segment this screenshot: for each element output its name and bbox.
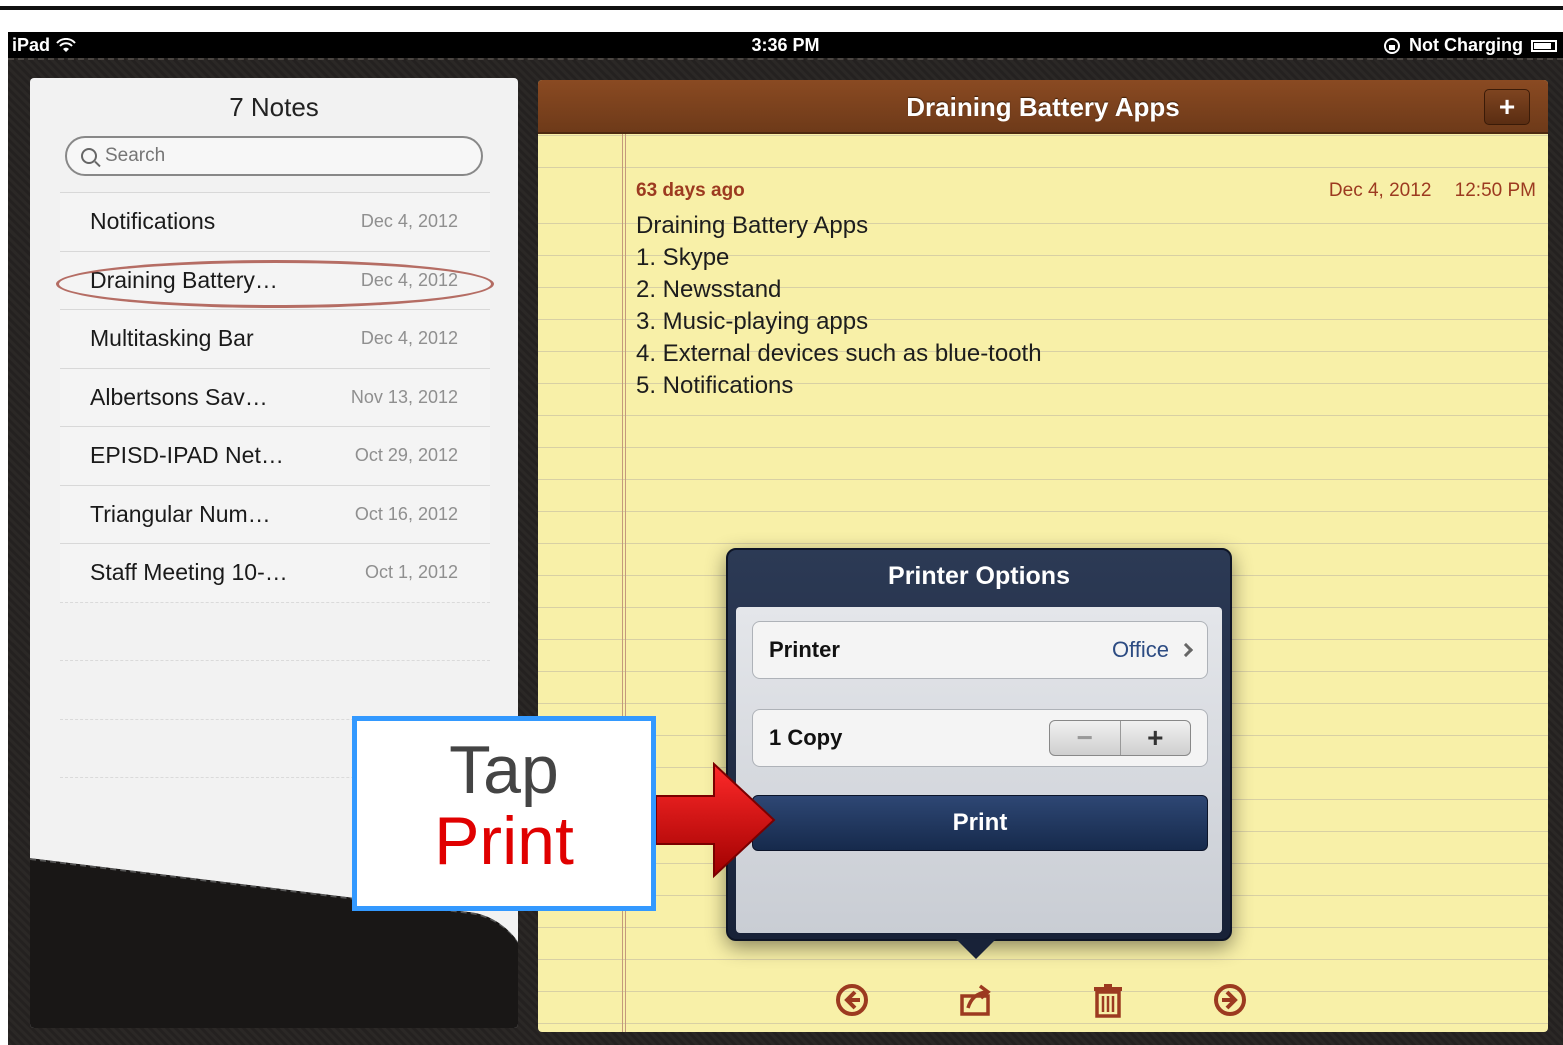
note-timestamp: Dec 4, 2012 12:50 PM <box>1329 180 1536 202</box>
copies-cell: 1 Copy − + <box>752 709 1208 767</box>
share-icon[interactable] <box>958 982 994 1018</box>
top-border <box>0 0 1563 10</box>
status-time: 3:36 PM <box>751 35 820 55</box>
list-item[interactable]: Triangular Num… Oct 16, 2012 <box>60 484 490 543</box>
note-toolbar <box>538 972 1548 1032</box>
callout-print-text: Print <box>434 803 574 879</box>
note-title-header: Draining Battery Apps <box>906 92 1180 122</box>
copies-label: 1 Copy <box>769 725 843 750</box>
search-field[interactable] <box>65 136 483 176</box>
printer-select-cell[interactable]: Printer Office <box>752 621 1208 679</box>
note-line: 2. Newsstand <box>636 276 782 303</box>
note-line: 4. External devices such as blue-tooth <box>636 340 1042 367</box>
list-item[interactable]: EPISD-IPAD Net… Oct 29, 2012 <box>60 426 490 485</box>
notes-count-title: 7 Notes <box>229 92 319 122</box>
decrement-button[interactable]: − <box>1050 721 1121 755</box>
red-arrow-icon <box>656 762 776 879</box>
empty-row <box>60 660 490 719</box>
note-date: Dec 4, 2012 <box>1328 180 1432 201</box>
printer-value: Office <box>1111 637 1169 662</box>
note-title: Albertsons Sav… <box>90 383 268 410</box>
list-item[interactable]: Multitasking Bar Dec 4, 2012 <box>60 309 490 368</box>
status-bar: iPad 3:36 PM Not Charging <box>8 32 1563 58</box>
note-date: Nov 13, 2012 <box>350 386 458 407</box>
note-title: Notifications <box>90 208 216 235</box>
popover-title: Printer Options <box>888 562 1070 590</box>
note-line: 1. Skype <box>636 244 730 271</box>
note-date: Oct 29, 2012 <box>354 445 458 466</box>
print-button[interactable]: Print <box>752 795 1208 851</box>
note-title: Draining Battery… <box>90 266 278 293</box>
callout-tap-text: Tap <box>449 732 559 808</box>
note-date: Oct 16, 2012 <box>354 503 458 524</box>
add-note-button[interactable]: + <box>1484 89 1530 125</box>
previous-note-icon[interactable] <box>834 982 870 1018</box>
printer-options-popover: Printer Options Printer Office 1 Copy − … <box>726 548 1232 959</box>
battery-icon <box>1531 39 1557 52</box>
note-line: 3. Music-playing apps <box>636 308 869 335</box>
note-body[interactable]: Draining Battery Apps 1. Skype 2. Newsst… <box>636 210 1042 402</box>
increment-button[interactable]: + <box>1121 721 1191 755</box>
popover-body: Printer Office 1 Copy − + Print <box>736 607 1222 933</box>
list-item-selected[interactable]: Draining Battery… Dec 4, 2012 <box>56 250 494 309</box>
search-input[interactable] <box>105 145 445 167</box>
note-title: Triangular Num… <box>90 500 271 527</box>
popover-arrow <box>956 939 996 959</box>
note-title: Staff Meeting 10-… <box>90 559 288 586</box>
note-date: Dec 4, 2012 <box>360 328 458 349</box>
search-icon <box>81 148 97 164</box>
note-date: Dec 4, 2012 <box>360 211 458 232</box>
note-header: Draining Battery Apps + <box>538 80 1548 134</box>
trash-icon[interactable] <box>1090 982 1126 1018</box>
next-note-icon[interactable] <box>1212 982 1248 1018</box>
note-title: Multitasking Bar <box>90 325 254 352</box>
note-time: 12:50 PM <box>1454 180 1536 201</box>
empty-row <box>60 601 490 661</box>
copies-stepper: − + <box>1049 720 1191 756</box>
list-item[interactable]: Albertsons Sav… Nov 13, 2012 <box>60 367 490 426</box>
list-item[interactable]: Staff Meeting 10-… Oct 1, 2012 <box>60 543 490 602</box>
note-line: Draining Battery Apps <box>636 212 869 239</box>
charge-status: Not Charging <box>1409 35 1523 55</box>
orientation-lock-icon <box>1384 37 1400 54</box>
list-item[interactable]: Notifications Dec 4, 2012 <box>60 192 490 251</box>
note-age: 63 days ago <box>636 180 745 201</box>
note-date: Dec 4, 2012 <box>360 269 458 290</box>
printer-label: Printer <box>769 637 840 662</box>
tutorial-callout: Tap Print <box>352 716 656 911</box>
note-date: Oct 1, 2012 <box>364 562 458 583</box>
chevron-right-icon <box>1178 642 1194 658</box>
note-title: EPISD-IPAD Net… <box>90 442 284 469</box>
note-line: 5. Notifications <box>636 372 794 399</box>
